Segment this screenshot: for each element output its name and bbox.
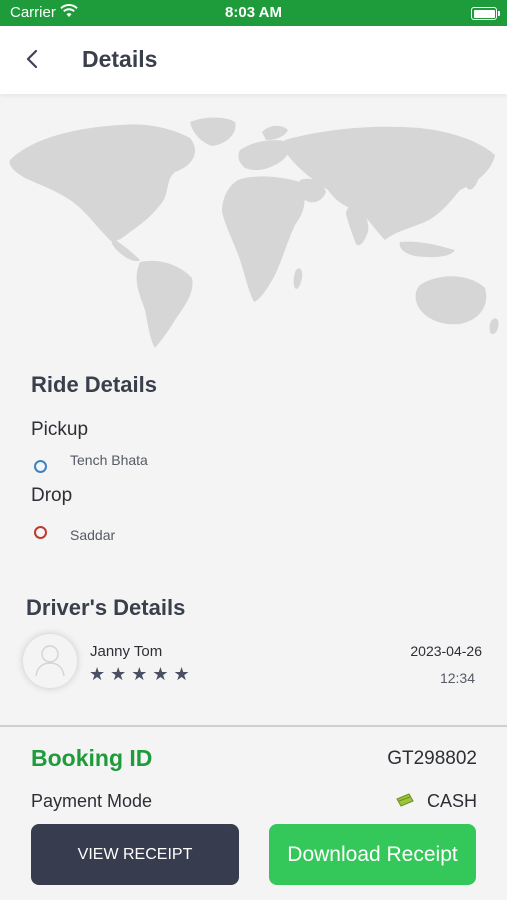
ride-details-heading: Ride Details (31, 372, 157, 397)
pickup-label: Pickup (31, 419, 89, 440)
payment-mode-label: Payment Mode (31, 791, 153, 811)
user-silhouette-icon (35, 645, 65, 677)
pickup-marker-icon (34, 460, 47, 473)
chevron-left-icon[interactable] (18, 44, 48, 74)
view-receipt-button[interactable]: VIEW RECEIPT (31, 824, 239, 885)
cash-icon (395, 792, 415, 808)
driver-name: Janny Tom (90, 643, 163, 660)
download-receipt-button[interactable]: Download Receipt (269, 824, 476, 885)
booking-id-label: Booking ID (31, 745, 153, 771)
world-map (0, 110, 507, 355)
nav-bar: Details (0, 26, 507, 94)
avatar (23, 634, 77, 688)
booking-id-value: GT298802 (387, 748, 477, 769)
rating-stars: ★★★★★ (89, 664, 195, 684)
battery-icon (471, 7, 500, 20)
trip-time: 12:34 (439, 670, 475, 686)
clock: 8:03 AM (225, 4, 282, 21)
page-title: Details (82, 46, 158, 72)
driver-details-heading: Driver's Details (26, 595, 186, 620)
status-bar: Carrier 8:03 AM (0, 0, 507, 26)
drop-marker-icon (34, 526, 47, 539)
trip-date: 2023-04-26 (410, 643, 482, 659)
payment-mode-value: CASH (426, 791, 477, 811)
drop-location: Saddar (70, 527, 116, 543)
pickup-location: Tench Bhata (70, 452, 148, 468)
drop-label: Drop (31, 485, 73, 506)
